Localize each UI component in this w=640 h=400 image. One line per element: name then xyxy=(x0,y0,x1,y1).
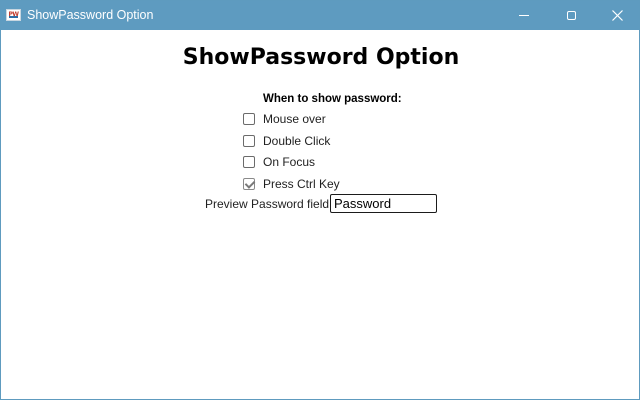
option-label: Press Ctrl Key xyxy=(263,177,340,191)
checkbox-on-focus[interactable] xyxy=(243,156,255,168)
maximize-icon xyxy=(566,11,576,20)
minimize-icon xyxy=(519,15,529,16)
checkbox-double-click[interactable] xyxy=(243,135,255,147)
option-on-focus[interactable]: On Focus xyxy=(243,154,315,170)
option-double-click[interactable]: Double Click xyxy=(243,133,330,149)
title-bar[interactable]: PW ShowPassword Option xyxy=(1,1,639,30)
window-title: ShowPassword Option xyxy=(27,8,154,22)
option-mouse-over[interactable]: Mouse over xyxy=(243,111,326,127)
option-label: Mouse over xyxy=(263,112,326,126)
preview-password-label: Preview Password field: xyxy=(205,197,333,211)
maximize-button[interactable] xyxy=(548,1,594,30)
option-label: On Focus xyxy=(263,155,316,169)
minimize-button[interactable] xyxy=(501,1,547,30)
option-press-ctrl-key[interactable]: Press Ctrl Key xyxy=(243,176,340,192)
preview-password-field[interactable] xyxy=(330,194,437,213)
app-window: PW ShowPassword Option ShowPassword Opti… xyxy=(0,0,640,400)
close-button[interactable] xyxy=(594,1,640,30)
checkbox-mouse-over[interactable] xyxy=(243,113,255,125)
page-title: ShowPassword Option xyxy=(182,45,460,70)
section-label: When to show password: xyxy=(263,93,402,105)
app-icon: PW xyxy=(6,9,21,21)
close-icon xyxy=(611,10,623,21)
option-label: Double Click xyxy=(263,134,331,148)
checkbox-press-ctrl-key[interactable] xyxy=(243,178,255,190)
